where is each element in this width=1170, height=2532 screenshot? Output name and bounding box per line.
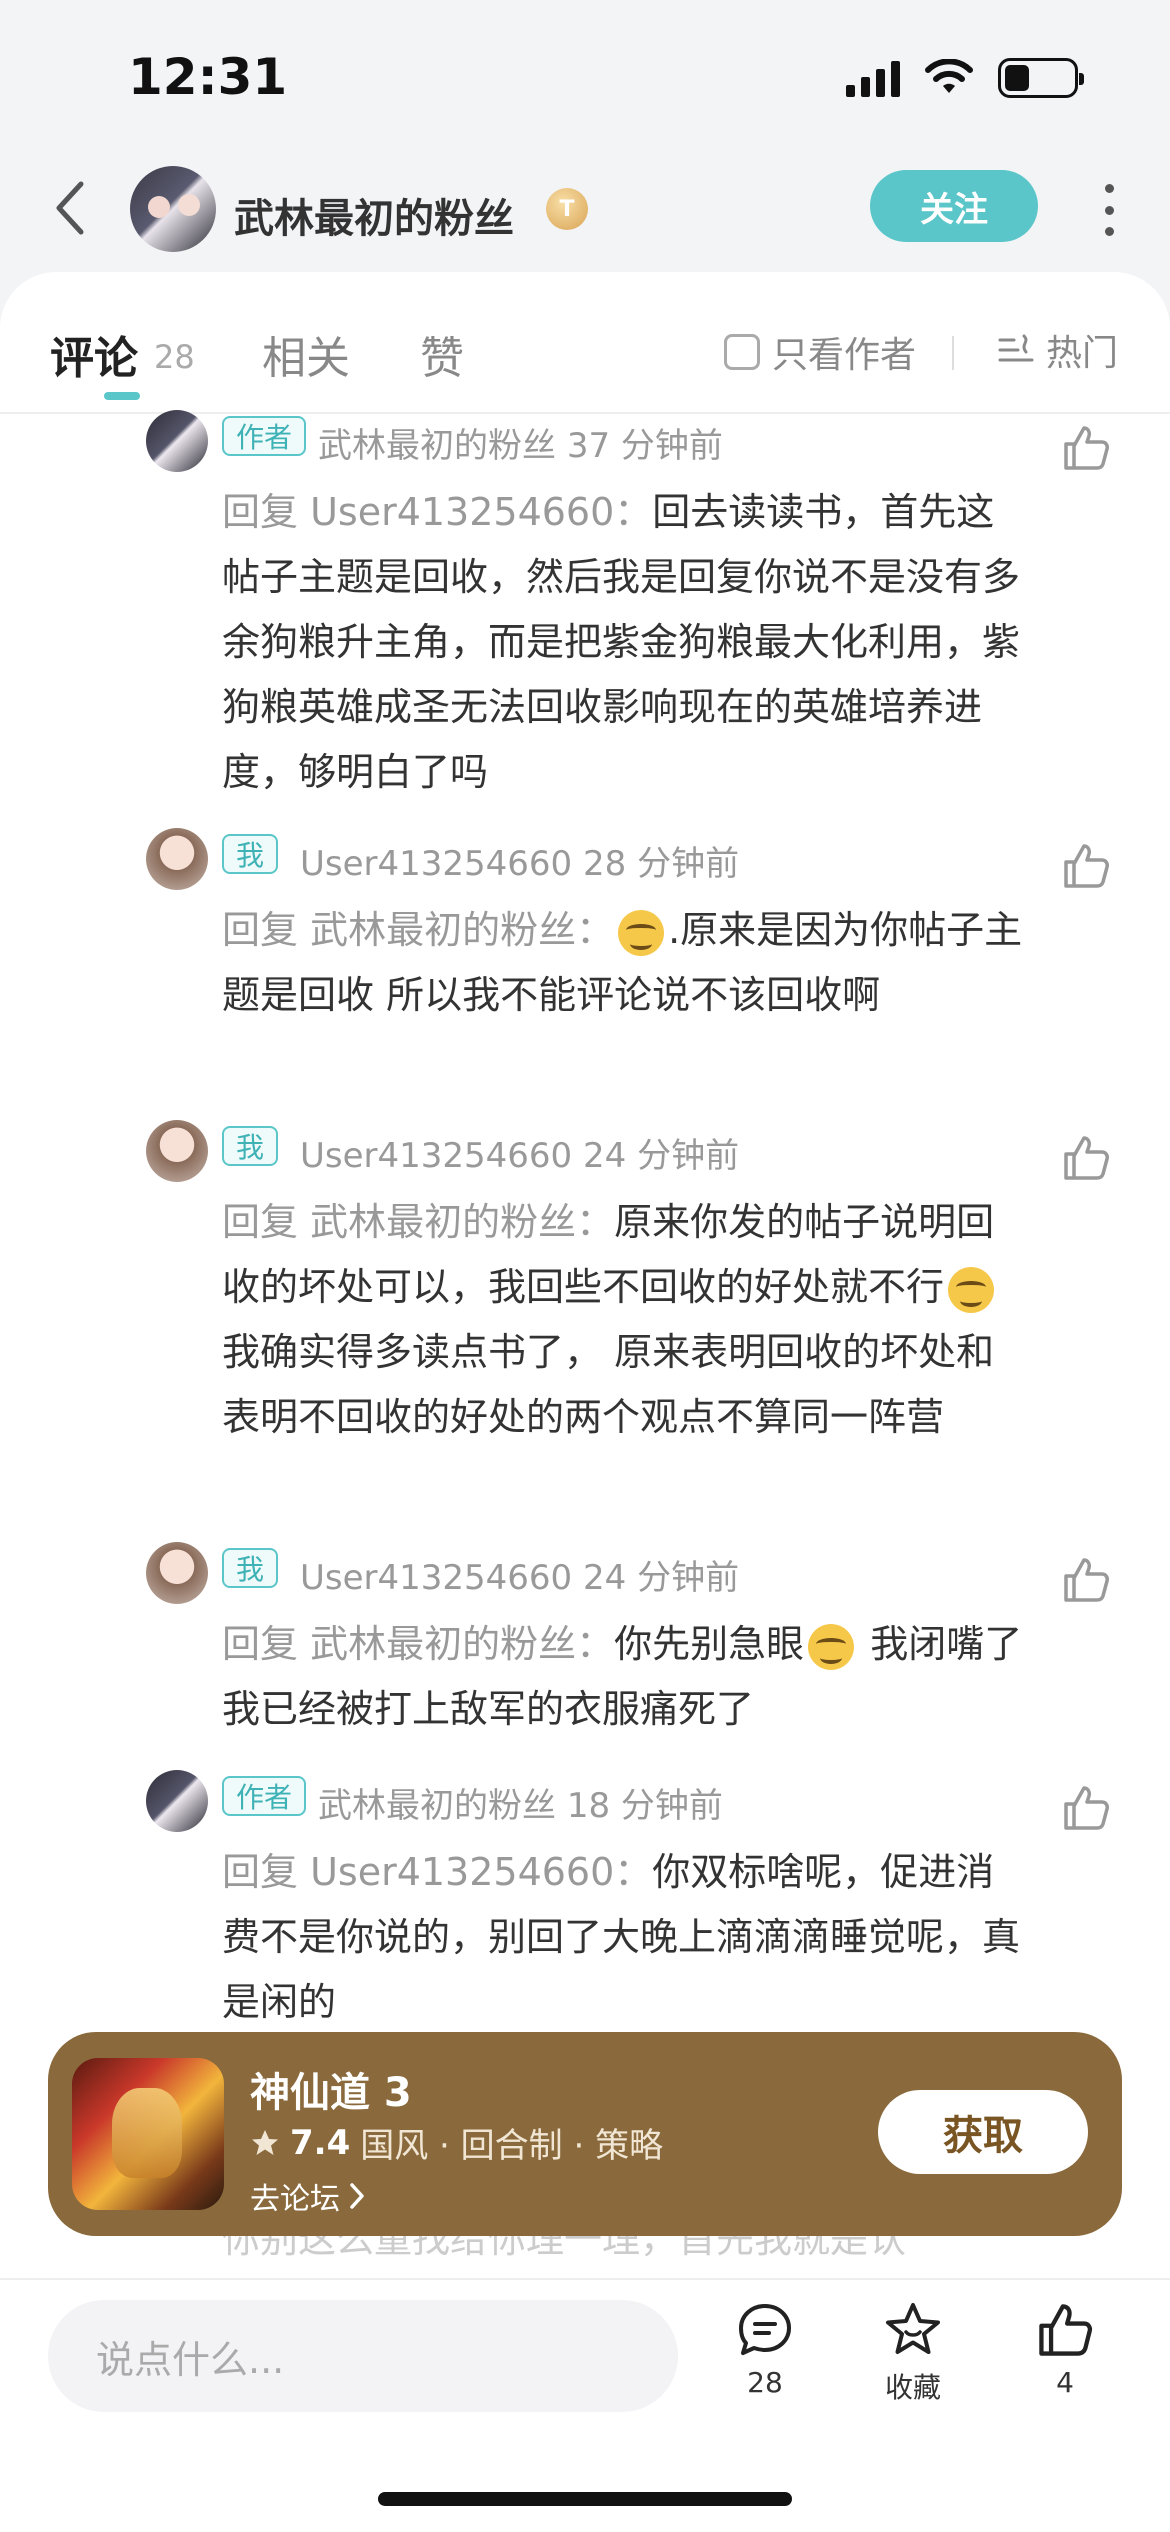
me-badge: 我 [222, 1126, 279, 1166]
status-time: 12:31 [128, 48, 288, 106]
reply-prefix: 回复 武林最初的粉丝： [222, 1622, 615, 1666]
comment-meta: User413254660 24 分钟前 [300, 1128, 739, 1177]
forum-link[interactable]: 去论坛 [250, 2174, 366, 2218]
chevron-left-icon [56, 181, 84, 235]
forum-link-label: 去论坛 [250, 2182, 340, 2217]
like-button[interactable]: 4 [1010, 2300, 1120, 2399]
me-badge: 我 [222, 1548, 279, 1588]
favorite-button[interactable]: 收藏 [858, 2300, 968, 2406]
star-icon [252, 2129, 278, 2155]
comment-meta: User413254660 24 分钟前 [300, 1550, 739, 1599]
battery-icon [998, 58, 1084, 98]
comment-user[interactable]: User413254660 [300, 1136, 572, 1176]
comment-user[interactable]: User413254660 [300, 844, 572, 884]
level-badge: T [546, 188, 588, 230]
status-bar: 12:31 [0, 0, 1170, 150]
comment-user[interactable]: 武林最初的粉丝 [318, 426, 556, 466]
tab-likes[interactable]: 赞 [420, 322, 464, 386]
home-indicator [378, 2492, 792, 2506]
reply-prefix: 回复 武林最初的粉丝： [222, 908, 615, 952]
smirk-emoji-icon [618, 909, 665, 956]
comment-time: 18 分钟前 [566, 1786, 723, 1826]
avatar[interactable] [146, 410, 208, 472]
game-rating: 7.4 [290, 2122, 351, 2163]
thumbs-up-icon[interactable] [1058, 1780, 1114, 1836]
comment-meta: 武林最初的粉丝 18 分钟前 [318, 1778, 723, 1827]
get-game-button[interactable]: 获取 [878, 2090, 1088, 2174]
tab-active-indicator [104, 392, 140, 400]
cellular-signal-icon [846, 59, 900, 97]
comment-time: 24 分钟前 [583, 1136, 740, 1176]
avatar[interactable] [130, 166, 216, 252]
comment-body: 回复 武林最初的粉丝：你先别急眼 我闭嘴了 我已经被打上敌军的衣服痛死了 [222, 1612, 1032, 1742]
tab-bar: 评论 28 相关 赞 只看作者 热门 [0, 272, 1170, 414]
game-icon[interactable] [72, 2058, 224, 2210]
more-icon [1104, 184, 1114, 193]
tab-comments[interactable]: 评论 [50, 322, 138, 386]
divider [952, 336, 954, 370]
like-count: 4 [1056, 2366, 1074, 2399]
star-outline-icon [886, 2303, 940, 2354]
comment-input[interactable]: 说点什么... [48, 2300, 678, 2412]
tab-comments-count: 28 [154, 338, 195, 376]
smirk-emoji-icon [808, 1623, 855, 1670]
comment-meta: 武林最初的粉丝 37 分钟前 [318, 418, 723, 467]
avatar[interactable] [146, 1542, 208, 1604]
thumbs-up-icon[interactable] [1058, 1552, 1114, 1608]
avatar[interactable] [146, 828, 208, 890]
more-options-button[interactable] [1094, 180, 1124, 240]
game-title: 神仙道 3 [250, 2070, 412, 2116]
thumbs-up-icon[interactable] [1058, 420, 1114, 476]
only-author-toggle[interactable]: 只看作者 [724, 326, 916, 378]
avatar[interactable] [146, 1120, 208, 1182]
checkbox-icon[interactable] [724, 334, 760, 370]
thumbs-up-icon [1039, 2304, 1093, 2356]
reply-prefix: 回复 User413254660： [222, 490, 653, 534]
reply-prefix: 回复 User413254660： [222, 1850, 653, 1894]
comment-time: 37 分钟前 [566, 426, 723, 466]
bottom-bar: 说点什么... 28 收藏 4 [0, 2278, 1170, 2532]
comment-time: 24 分钟前 [583, 1558, 740, 1598]
game-banner[interactable]: 神仙道 3 7.4 国风 · 回合制 · 策略 去论坛 获取 [48, 2032, 1122, 2236]
sort-hot-button[interactable]: 热门 [996, 324, 1118, 376]
comment-text: 回去读读书，首先这帖子主题是回收，然后我是回复你说不是没有多余狗粮升主角，而是把… [222, 490, 1021, 794]
sort-icon [998, 334, 1034, 362]
comment-icon [739, 2304, 791, 2355]
avatar[interactable] [146, 1770, 208, 1832]
back-button[interactable] [40, 178, 100, 238]
header: 武林最初的粉丝 T 关注 [0, 150, 1170, 270]
status-icons [846, 58, 1084, 98]
author-badge: 作者 [222, 1776, 307, 1816]
comment-text-cont: 我确实得多读点书了， 原来表明回收的坏处和表明不回收的好处的两个观点不算同一阵营 [222, 1330, 995, 1439]
author-badge: 作者 [222, 416, 307, 456]
comment-body: 回复 User413254660：回去读读书，首先这帖子主题是回收，然后我是回复… [222, 480, 1032, 805]
only-author-label: 只看作者 [772, 335, 917, 376]
comment-count: 28 [747, 2366, 783, 2399]
comment-meta: User413254660 28 分钟前 [300, 836, 739, 885]
chevron-right-icon [350, 2183, 364, 2209]
page-title[interactable]: 武林最初的粉丝 [234, 186, 514, 244]
comment-text: 你先别急眼 [614, 1622, 805, 1666]
comment-time: 28 分钟前 [583, 844, 740, 884]
favorite-label: 收藏 [884, 2371, 941, 2404]
smirk-emoji-icon [948, 1266, 995, 1313]
thumbs-up-icon[interactable] [1058, 1130, 1114, 1186]
comment-body: 回复 武林最初的粉丝： .原来是因为你帖子主题是回收 所以我不能评论说不该回收啊 [222, 898, 1032, 1028]
me-badge: 我 [222, 834, 279, 874]
sort-label: 热门 [1046, 333, 1119, 374]
game-tags: 国风 · 回合制 · 策略 [360, 2126, 664, 2166]
comment-body: 回复 User413254660：你双标啥呢，促进消费不是你说的，别回了大晚上滴… [222, 1840, 1032, 2035]
follow-button[interactable]: 关注 [870, 170, 1038, 242]
game-meta: 7.4 国风 · 回合制 · 策略 [250, 2118, 663, 2167]
thumbs-up-icon[interactable] [1058, 838, 1114, 894]
comment-user[interactable]: User413254660 [300, 1558, 572, 1598]
comment-user[interactable]: 武林最初的粉丝 [318, 1786, 556, 1826]
wifi-icon [925, 59, 973, 93]
tab-related[interactable]: 相关 [262, 322, 350, 386]
comment-body: 回复 武林最初的粉丝：原来你发的帖子说明回收的坏处可以，我回些不回收的好处就不行… [222, 1190, 1032, 1450]
reply-prefix: 回复 武林最初的粉丝： [222, 1200, 615, 1244]
comments-button[interactable]: 28 [710, 2300, 820, 2399]
